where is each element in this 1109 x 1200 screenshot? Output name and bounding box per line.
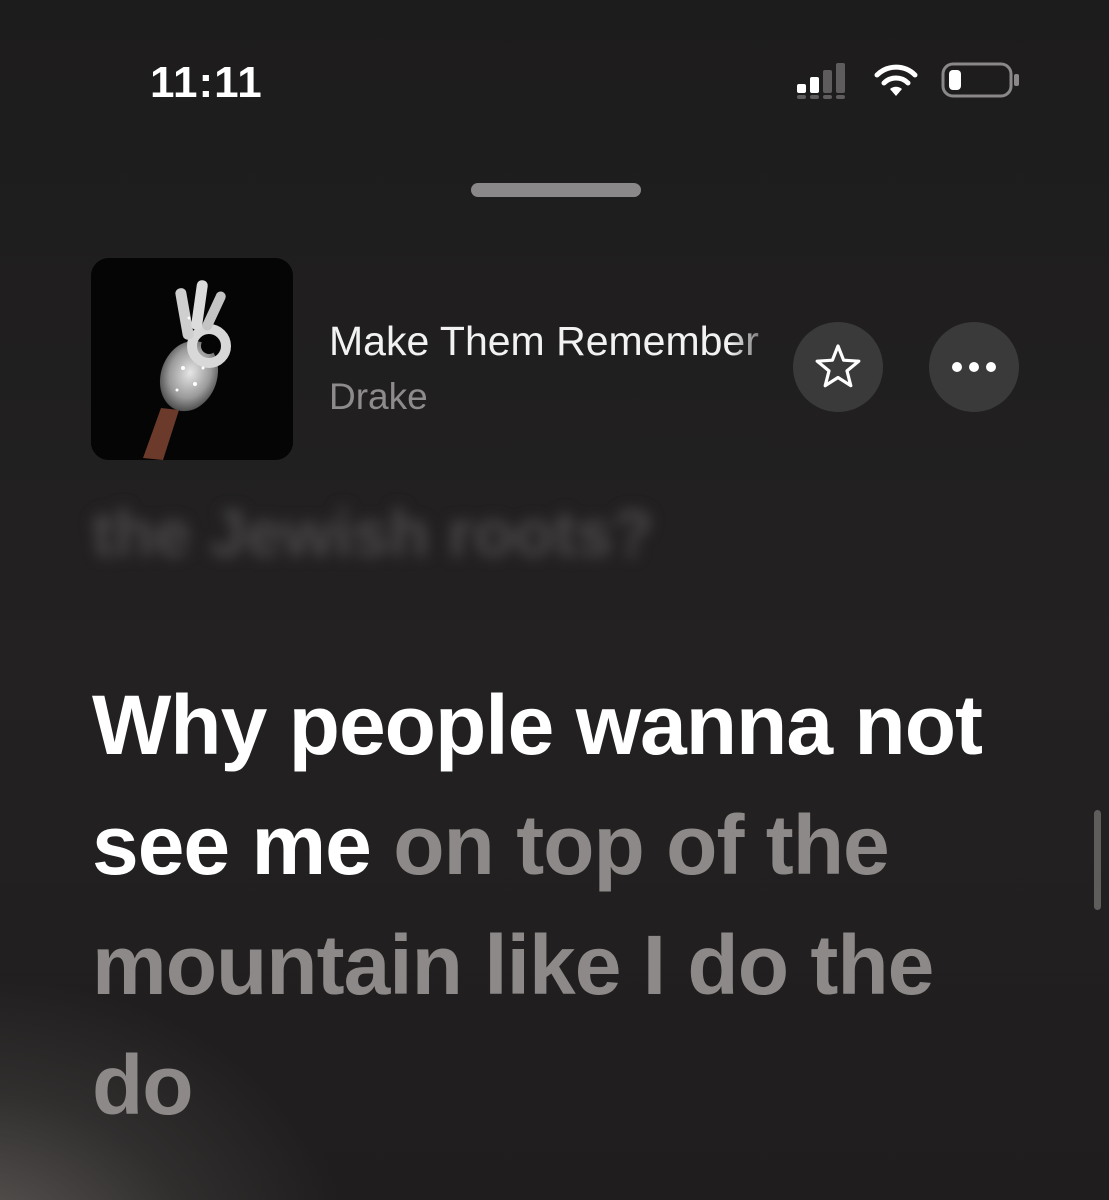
track-artist[interactable]: Drake [329, 376, 428, 418]
favorite-button[interactable] [793, 322, 883, 412]
track-title[interactable]: Make Them Remember [329, 318, 784, 365]
scroll-indicator[interactable] [1094, 810, 1101, 910]
star-icon [815, 344, 861, 388]
status-time: 11:11 [150, 58, 263, 107]
ellipsis-icon [952, 362, 996, 372]
lyric-line-current[interactable]: Why people wanna not see me on top of th… [92, 665, 1032, 1145]
lyrics-screen: 11:11 Make Them Remember Drake the Jewis… [0, 0, 1109, 1200]
wifi-icon [873, 62, 919, 103]
album-artwork[interactable] [91, 258, 293, 460]
sheet-grabber[interactable] [471, 183, 641, 197]
cellular-signal-icon [795, 60, 851, 105]
album-art-hand-ok-gesture [91, 258, 293, 460]
status-icons [795, 62, 1021, 102]
lyric-line-previous[interactable]: the Jewish roots? [92, 495, 653, 571]
more-options-button[interactable] [929, 322, 1019, 412]
battery-icon [941, 60, 1021, 105]
